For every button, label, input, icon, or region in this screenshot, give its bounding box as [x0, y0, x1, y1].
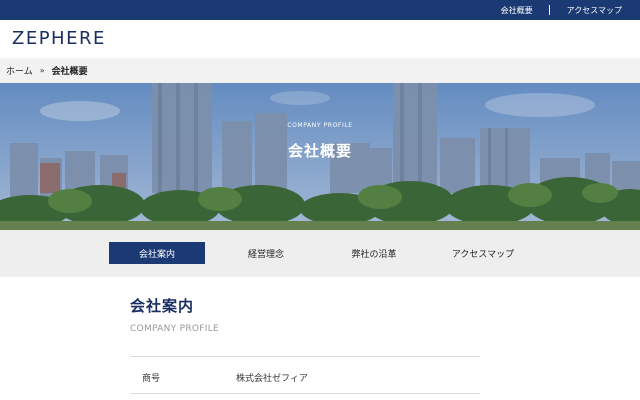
hero-title: 会社概要: [287, 142, 352, 160]
top-links: 会社概要 アクセスマップ: [501, 0, 622, 20]
section-title: 会社案内: [130, 297, 195, 315]
breadcrumb: ホーム » 会社概要: [0, 58, 640, 83]
hero-banner: COMPANY PROFILE 会社概要: [0, 83, 640, 230]
hero-eyebrow: COMPANY PROFILE: [287, 122, 353, 129]
table-divider: [130, 393, 480, 394]
subnav-tab-history[interactable]: 弊社の沿革: [326, 242, 422, 264]
breadcrumb-current: 会社概要: [51, 67, 88, 77]
breadcrumb-home[interactable]: ホーム: [6, 64, 33, 77]
subnav-tab-philosophy[interactable]: 経営理念: [218, 242, 314, 264]
subnav-tab-company-guide[interactable]: 会社案内: [109, 242, 205, 264]
main-content: 会社案内 COMPANY PROFILE 商号 株式会社ゼフィア: [0, 277, 640, 400]
top-link-access-map[interactable]: アクセスマップ: [567, 5, 622, 16]
row-value-trade-name: 株式会社ゼフィア: [236, 374, 308, 384]
site-logo[interactable]: ZEPHERE: [12, 28, 106, 49]
table-divider: [130, 356, 480, 357]
section-subtitle: COMPANY PROFILE: [130, 324, 220, 334]
top-utility-bar: 会社概要 アクセスマップ: [0, 0, 640, 20]
subnav: 会社案内 経営理念 弊社の沿革 アクセスマップ: [0, 230, 640, 277]
top-link-company[interactable]: 会社概要: [501, 5, 533, 16]
top-link-divider: [548, 5, 550, 15]
subnav-tab-access-map[interactable]: アクセスマップ: [435, 242, 531, 264]
site-header: ZEPHERE: [0, 20, 640, 58]
breadcrumb-separator: »: [39, 66, 45, 75]
row-label-trade-name: 商号: [142, 374, 161, 384]
